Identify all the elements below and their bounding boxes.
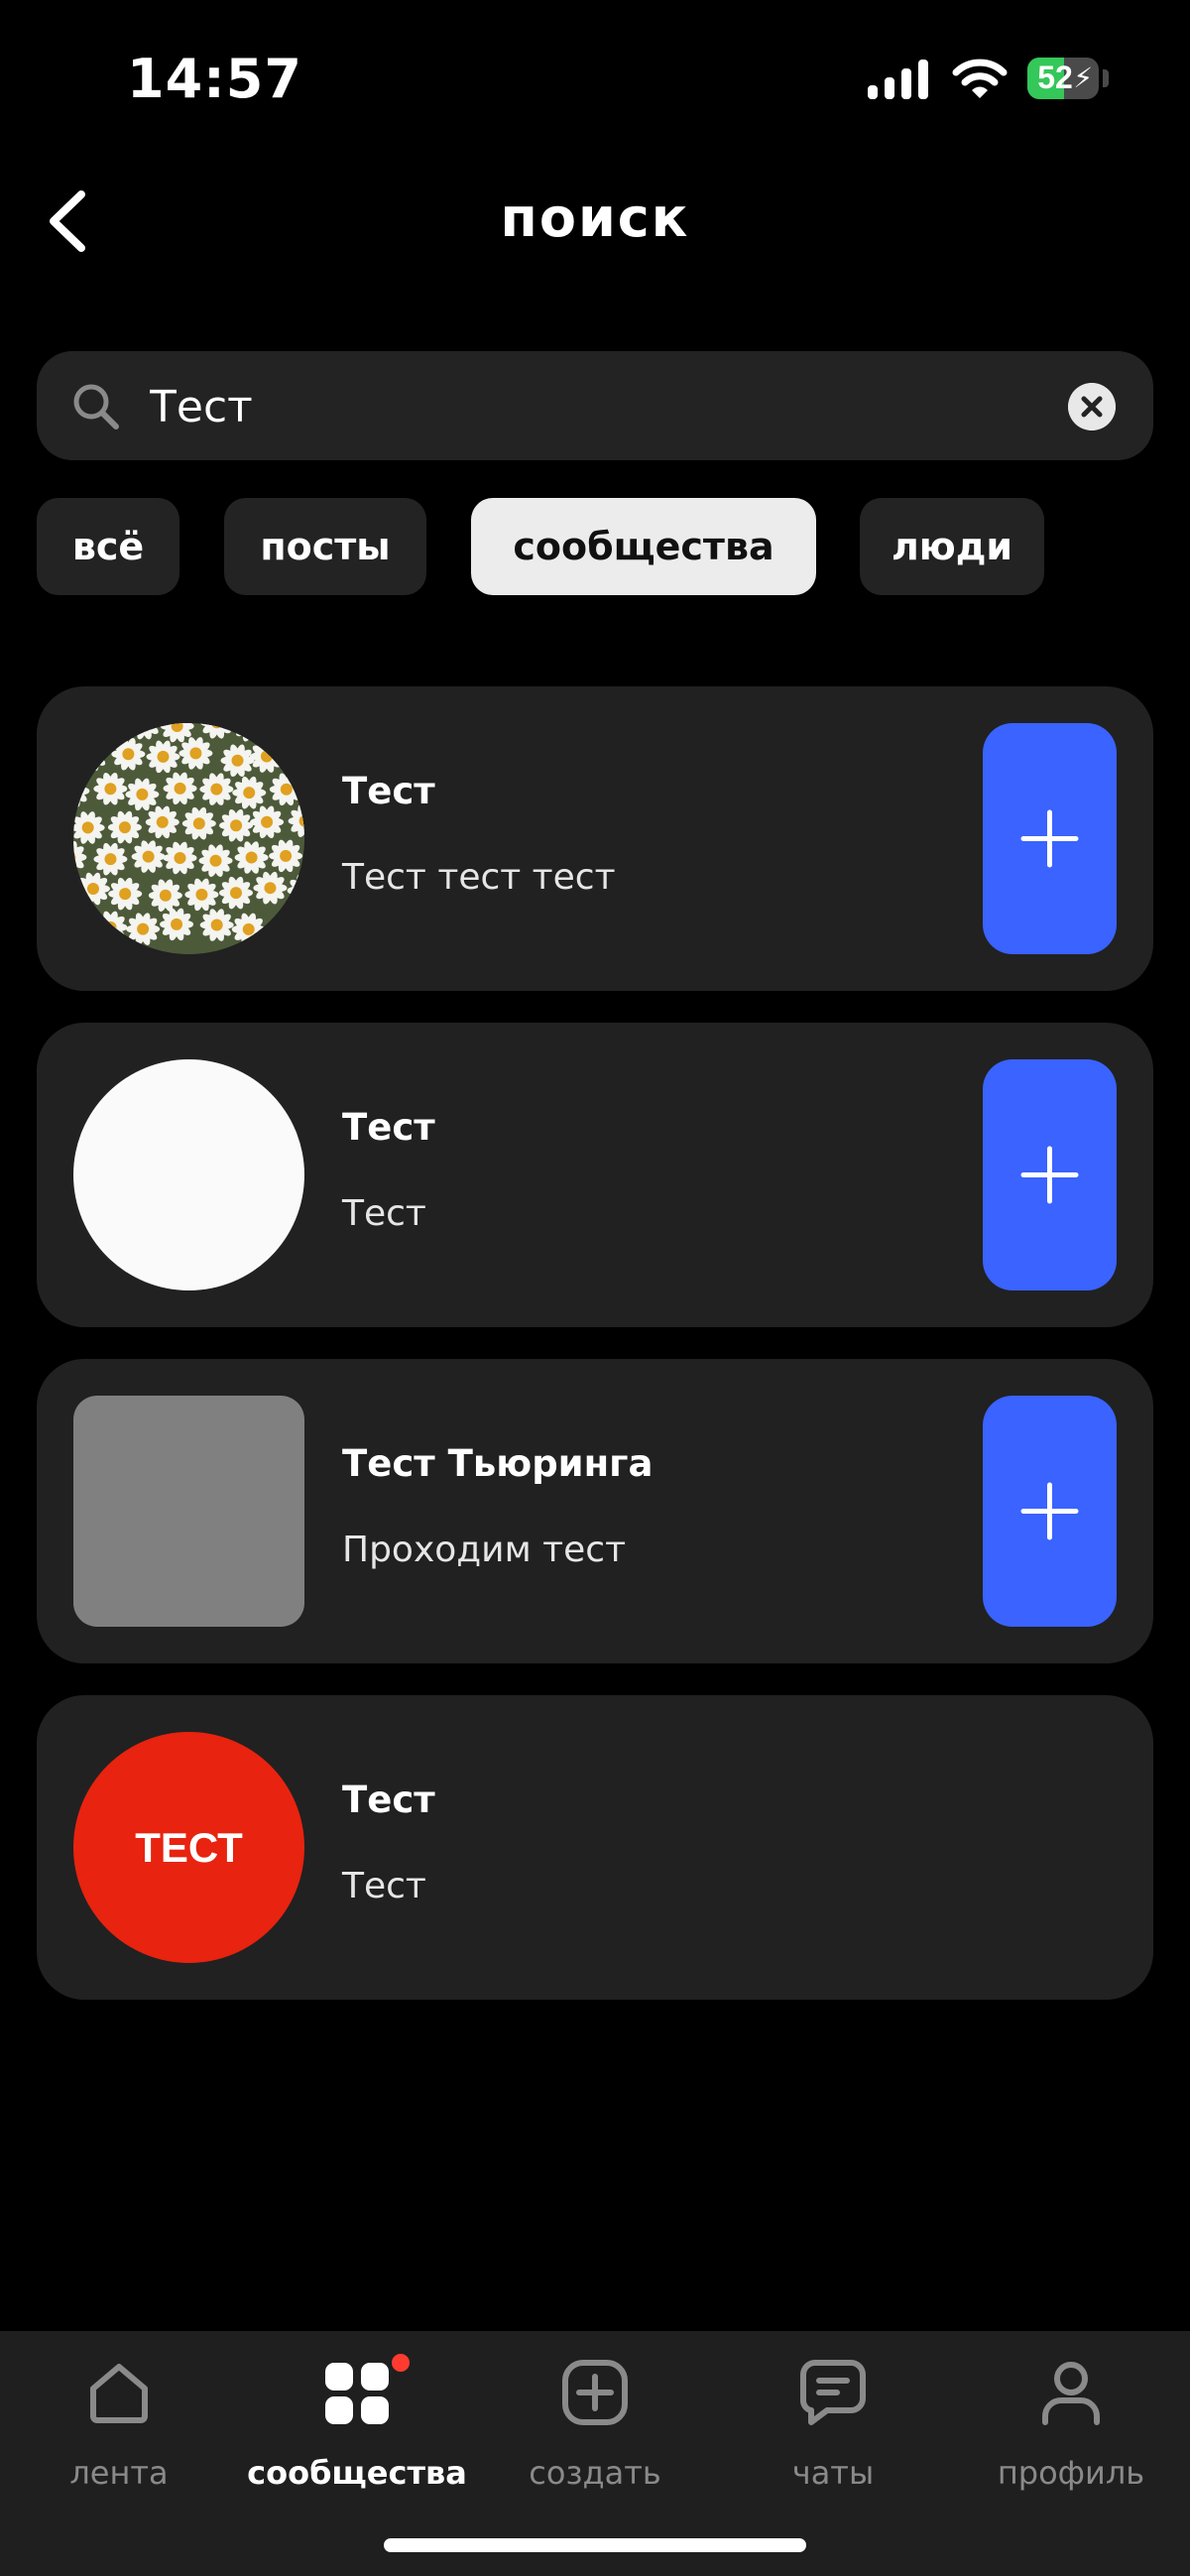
search-icon [73, 384, 119, 429]
cellular-signal-icon [868, 60, 929, 99]
wifi-icon [952, 59, 1008, 98]
status-bar: 14:57 52 ⚡ [0, 0, 1190, 149]
tab-chats[interactable]: чаты [714, 2359, 952, 2508]
community-name: Тест Тьюринга [342, 1442, 654, 1485]
page-title: поиск [500, 186, 690, 249]
plus-icon [1020, 1482, 1079, 1540]
community-card[interactable]: ТЕСТ Тест Тест [37, 1695, 1153, 2000]
plus-square-icon [562, 2360, 628, 2425]
tab-label: чаты [791, 2454, 875, 2492]
tab-create[interactable]: создать [476, 2359, 714, 2508]
daisies-photo [73, 723, 304, 954]
community-name: Тест [342, 1106, 435, 1149]
home-indicator [384, 2538, 806, 2552]
chat-icon [800, 2360, 866, 2425]
community-card[interactable]: Тест Тест тест тест [37, 686, 1153, 991]
tab-communities[interactable]: сообщества [238, 2351, 476, 2508]
filter-chip-people[interactable]: люди [860, 498, 1044, 595]
community-avatar-red: ТЕСТ [73, 1732, 304, 1963]
search-input[interactable] [148, 373, 1044, 440]
charging-bolt-icon: ⚡ [1073, 61, 1093, 94]
community-avatar-gray [73, 1396, 304, 1627]
status-time: 14:57 [127, 48, 302, 110]
join-button[interactable] [983, 1396, 1117, 1627]
battery-icon: 52 ⚡ [1027, 58, 1099, 99]
clear-search-button[interactable] [1068, 383, 1116, 430]
community-avatar-daisies [73, 723, 304, 954]
plus-icon [1020, 809, 1079, 868]
tab-profile[interactable]: профиль [952, 2359, 1190, 2508]
tab-label: создать [529, 2454, 661, 2492]
tab-feed[interactable]: лента [0, 2359, 238, 2508]
tab-label: профиль [997, 2454, 1145, 2492]
notification-badge [389, 2351, 413, 2375]
filter-chip-communities[interactable]: сообщества [471, 498, 816, 595]
avatar-logo-text: ТЕСТ [135, 1823, 243, 1871]
join-button[interactable] [983, 1059, 1117, 1290]
search-bar[interactable] [37, 351, 1153, 460]
community-card[interactable]: Тест Тьюринга Проходим тест [37, 1359, 1153, 1663]
tab-label: сообщества [247, 2454, 467, 2492]
plus-icon [1020, 1146, 1079, 1204]
tab-label: лента [69, 2454, 169, 2492]
battery-cap [1103, 69, 1109, 87]
join-button[interactable] [983, 723, 1117, 954]
home-icon [90, 2364, 148, 2423]
filter-chip-all[interactable]: всё [37, 498, 179, 595]
community-description: Тест тест тест [342, 857, 616, 898]
grid-icon [325, 2363, 389, 2424]
community-name: Тест [342, 1779, 435, 1821]
community-avatar-white [73, 1059, 304, 1290]
filter-chip-posts[interactable]: посты [224, 498, 426, 595]
community-card[interactable]: Тест Тест [37, 1023, 1153, 1327]
profile-icon [1042, 2362, 1100, 2425]
community-description: Проходим тест [342, 1530, 627, 1570]
community-description: Тест [342, 1866, 426, 1906]
community-description: Тест [342, 1193, 426, 1234]
community-name: Тест [342, 770, 435, 812]
